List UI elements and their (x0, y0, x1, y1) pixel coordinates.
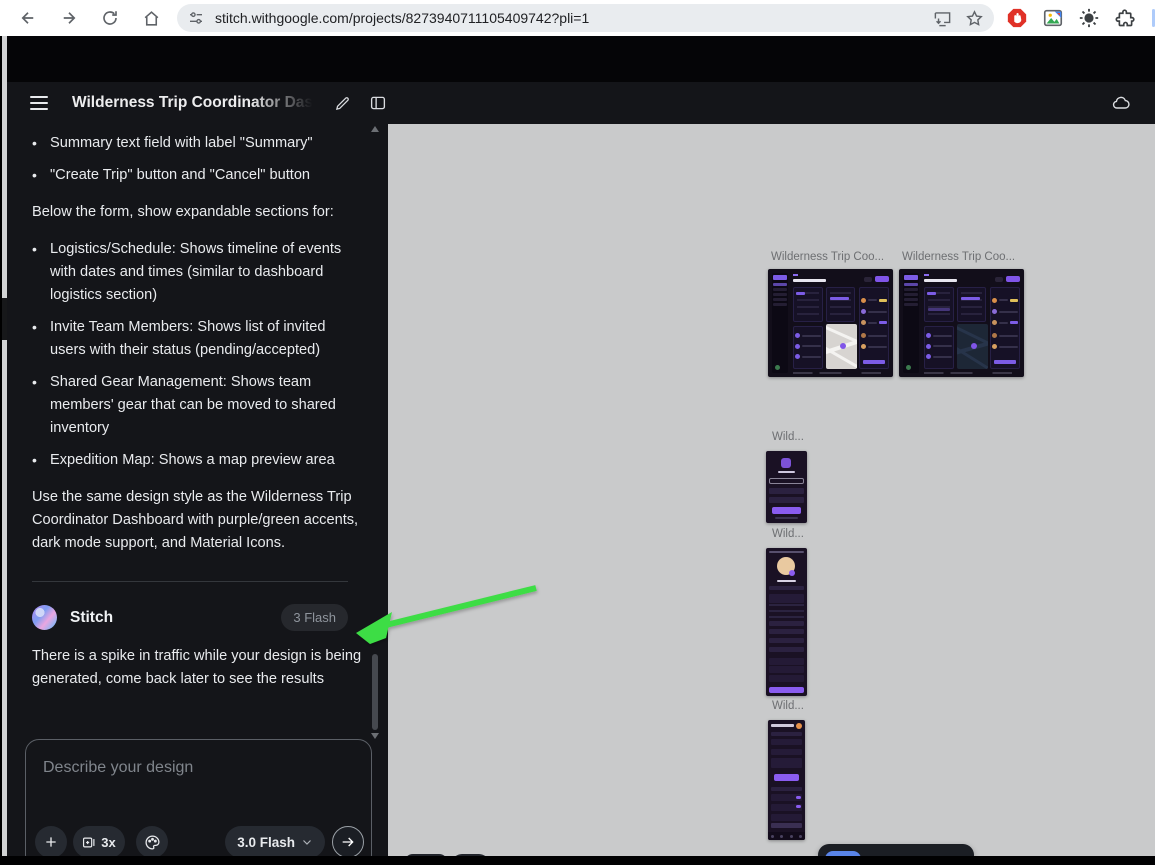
browser-home-button[interactable] (135, 2, 167, 34)
project-title: Wilderness Trip Coordinator Dashboard (72, 94, 320, 112)
extensions-puzzle-icon[interactable] (1112, 5, 1138, 31)
thumbnail-label: Wilderness Trip Coo... (771, 251, 891, 263)
scrollbar-up-arrow[interactable] (371, 126, 379, 132)
app-header: Wilderness Trip Coordinator Dashboard (2, 82, 1155, 124)
thumbnail-label: Wild... (772, 431, 812, 443)
mobile-design-thumbnail[interactable] (766, 548, 807, 696)
menu-icon[interactable] (30, 91, 54, 115)
desktop-design-thumbnail[interactable] (768, 269, 893, 377)
prompt-input[interactable]: Describe your design (43, 759, 193, 777)
chat-bullet: •Summary text field with label "Summary" (32, 132, 354, 155)
photos-extension-icon[interactable] (1040, 5, 1066, 31)
variants-count: 3x (101, 835, 115, 850)
browser-reload-button[interactable] (94, 2, 126, 34)
chat-bullet: •Shared Gear Management: Shows team memb… (32, 371, 354, 440)
scrollbar-thumb[interactable] (372, 654, 378, 730)
divider (32, 581, 348, 582)
site-info-icon[interactable] (185, 7, 207, 29)
thumbnail-label: Wild... (772, 528, 812, 540)
sync-cloud-icon[interactable] (1107, 89, 1135, 117)
desktop-design-thumbnail[interactable] (899, 269, 1024, 377)
chat-bullet: •Logistics/Schedule: Shows timeline of e… (32, 238, 354, 307)
left-scroll-thumb[interactable] (2, 298, 7, 340)
thumbnail-label: Wild... (772, 700, 812, 712)
left-scroll-strip[interactable] (2, 36, 7, 856)
model-selector[interactable]: 3.0 Flash (225, 826, 325, 858)
stitch-app: Wilderness Trip Coordinator Dashboard •S… (0, 36, 1155, 857)
bookmark-star-icon[interactable] (962, 6, 986, 30)
chat-paragraph: Below the form, show expandable sections… (32, 201, 362, 224)
assistant-name: Stitch (70, 609, 281, 627)
toggle-panel-icon[interactable] (364, 89, 392, 117)
chat-bullet: •Expedition Map: Shows a map preview are… (32, 449, 354, 472)
variants-button[interactable]: 3x (73, 826, 125, 858)
browser-forward-button[interactable] (53, 2, 85, 34)
send-button[interactable] (332, 826, 364, 858)
assistant-message: There is a spike in traffic while your d… (32, 645, 362, 691)
browser-toolbar: stitch.withgoogle.com/projects/827394071… (0, 0, 1155, 36)
prompt-composer[interactable]: Describe your design 3x 3.0 Flash (25, 739, 372, 865)
map-preview (957, 324, 988, 369)
url-text[interactable]: stitch.withgoogle.com/projects/827394071… (215, 10, 922, 26)
map-preview (826, 324, 857, 369)
design-canvas[interactable]: Wilderness Trip Coo... Wilderness Trip C… (388, 124, 1155, 865)
mobile-design-thumbnail[interactable] (768, 720, 805, 840)
dark-mode-extension-icon[interactable] (1076, 5, 1102, 31)
adblock-extension-icon[interactable] (1004, 5, 1030, 31)
chat-history: •Summary text field with label "Summary"… (7, 124, 373, 736)
mobile-design-thumbnail[interactable] (766, 451, 807, 523)
chat-bullet: •"Create Trip" button and "Cancel" butto… (32, 164, 354, 187)
install-app-icon[interactable] (930, 6, 954, 30)
assistant-message-header: Stitch 3 Flash (32, 604, 348, 631)
thumbnail-label: Wilderness Trip Coo... (902, 251, 1022, 263)
chat-paragraph: Use the same design style as the Wildern… (32, 486, 362, 555)
url-bar[interactable]: stitch.withgoogle.com/projects/827394071… (177, 4, 994, 32)
model-name: 3.0 Flash (237, 835, 295, 850)
chat-bullet: •Invite Team Members: Shows list of invi… (32, 316, 354, 362)
chat-sidebar: •Summary text field with label "Summary"… (7, 124, 388, 865)
browser-back-button[interactable] (12, 2, 44, 34)
model-badge: 3 Flash (281, 604, 348, 631)
add-attachment-button[interactable] (35, 826, 67, 858)
scrollbar-down-arrow[interactable] (371, 733, 379, 739)
stitch-avatar (32, 605, 57, 630)
edit-title-icon[interactable] (328, 89, 356, 117)
window-bottom-edge (0, 856, 1155, 865)
theme-palette-button[interactable] (136, 826, 168, 858)
